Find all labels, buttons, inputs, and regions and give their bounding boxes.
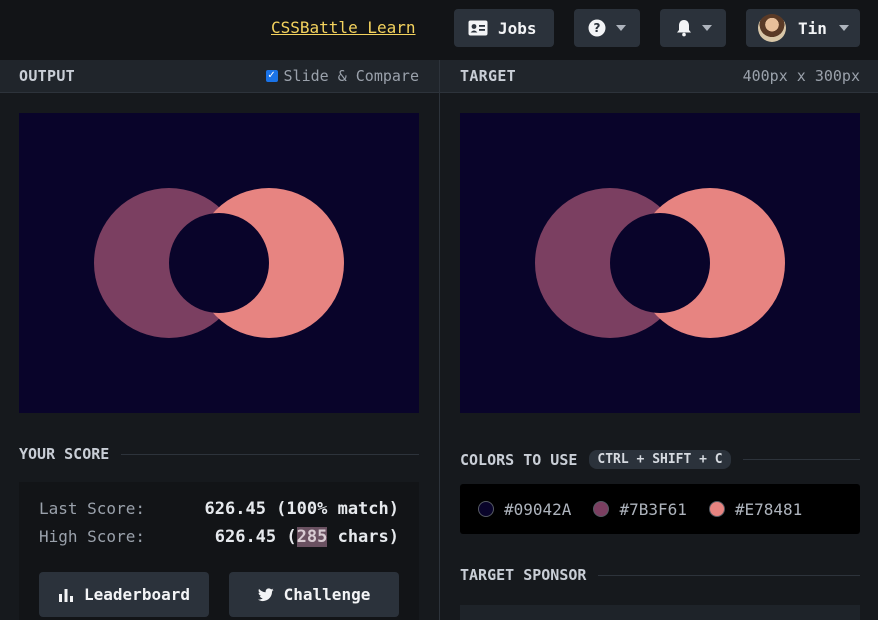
overlap-cutout bbox=[169, 213, 269, 313]
high-score-suffix: chars) bbox=[327, 527, 399, 547]
avatar bbox=[758, 14, 786, 42]
overlap-cutout bbox=[610, 213, 710, 313]
leaderboard-label: Leaderboard bbox=[84, 585, 190, 604]
twitter-icon bbox=[257, 587, 274, 601]
colors-title: COLORS TO USE bbox=[460, 450, 578, 469]
challenge-label: Challenge bbox=[283, 585, 371, 604]
high-score-row: High Score: 626.45 (285 chars) bbox=[39, 527, 399, 547]
chevron-down-icon bbox=[838, 25, 849, 31]
color-dot bbox=[593, 501, 610, 517]
jobs-label: Jobs bbox=[498, 18, 537, 38]
help-menu-button[interactable]: ? bbox=[574, 9, 640, 47]
bar-chart-icon bbox=[59, 588, 74, 602]
jobs-button[interactable]: Jobs bbox=[454, 9, 554, 47]
your-score-title: YOUR SCORE bbox=[19, 445, 110, 463]
help-icon: ? bbox=[588, 19, 606, 37]
section-rule bbox=[121, 453, 419, 455]
target-panel-header: TARGET 400px x 300px bbox=[440, 60, 878, 93]
your-score-header: YOUR SCORE bbox=[19, 445, 419, 463]
chevron-down-icon bbox=[616, 25, 626, 31]
target-dimensions: 400px x 300px bbox=[742, 67, 860, 85]
color-hex: #09042A bbox=[504, 499, 572, 519]
user-menu-button[interactable]: Tin bbox=[746, 9, 860, 47]
color-swatch-3[interactable]: #E78481 bbox=[708, 499, 803, 519]
high-score-number: 626.45 ( bbox=[214, 527, 297, 547]
target-canvas bbox=[460, 113, 860, 413]
svg-text:?: ? bbox=[594, 21, 601, 35]
color-swatch-2[interactable]: #7B3F61 bbox=[593, 499, 687, 519]
char-count: 285 bbox=[296, 527, 328, 547]
cssbattle-learn-link[interactable]: CSSBattle Learn bbox=[271, 18, 416, 37]
section-rule bbox=[598, 574, 860, 576]
sponsor-header: TARGET SPONSOR bbox=[460, 566, 860, 584]
high-score-value: 626.45 (285 chars) bbox=[215, 527, 399, 547]
colors-list: #09042A #7B3F61 #E78481 bbox=[460, 484, 860, 534]
output-canvas[interactable] bbox=[19, 113, 419, 413]
color-dot bbox=[708, 501, 725, 517]
color-dot bbox=[478, 501, 494, 517]
user-name: Tin bbox=[798, 18, 827, 38]
sponsor-box bbox=[460, 605, 860, 620]
last-score-row: Last Score: 626.45 (100% match) bbox=[39, 499, 399, 519]
challenge-button[interactable]: Challenge bbox=[229, 572, 399, 617]
chevron-down-icon bbox=[702, 25, 712, 31]
colors-header: COLORS TO USE CTRL + SHIFT + C bbox=[460, 450, 860, 469]
high-score-label: High Score: bbox=[39, 527, 145, 546]
output-title: OUTPUT bbox=[19, 67, 75, 85]
slide-compare-label: Slide & Compare bbox=[283, 67, 419, 85]
slide-compare-checkbox[interactable]: ✓ bbox=[265, 70, 278, 82]
leaderboard-button[interactable]: Leaderboard bbox=[39, 572, 209, 617]
colors-shortcut: CTRL + SHIFT + C bbox=[589, 450, 731, 469]
score-card: Last Score: 626.45 (100% match) High Sco… bbox=[19, 482, 419, 620]
notifications-button[interactable] bbox=[660, 9, 726, 47]
color-hex: #7B3F61 bbox=[619, 499, 687, 519]
panel-divider bbox=[439, 60, 440, 620]
last-score-label: Last Score: bbox=[39, 499, 145, 518]
id-card-icon bbox=[468, 20, 488, 36]
target-title: TARGET bbox=[460, 67, 516, 85]
slide-compare-toggle[interactable]: ✓ Slide & Compare bbox=[265, 67, 419, 85]
color-hex: #E78481 bbox=[734, 499, 803, 519]
color-swatch-1[interactable]: #09042A bbox=[478, 500, 571, 519]
top-bar: CSSBattle Learn Jobs ? Tin bbox=[0, 0, 878, 60]
bell-icon bbox=[677, 20, 691, 37]
sponsor-title: TARGET SPONSOR bbox=[460, 566, 587, 584]
section-rule bbox=[742, 459, 860, 460]
last-score-value: 626.45 (100% match) bbox=[204, 499, 399, 519]
output-panel-header: OUTPUT ✓ Slide & Compare bbox=[0, 60, 439, 93]
